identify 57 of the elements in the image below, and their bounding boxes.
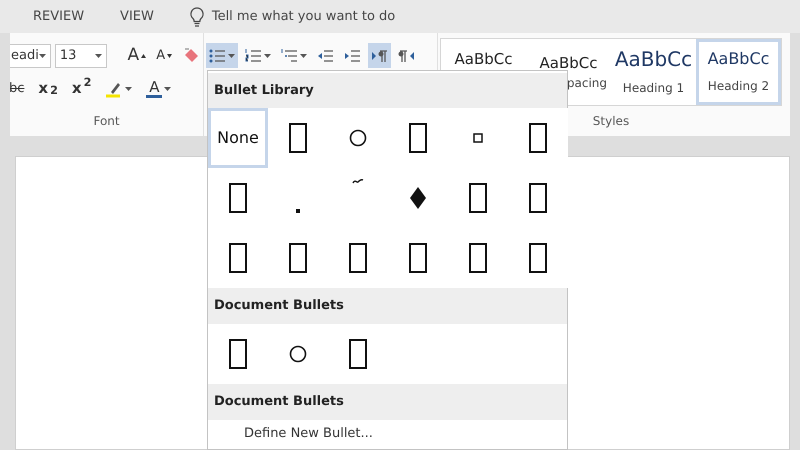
tilde-bullet-icon <box>352 179 364 184</box>
section-header: Bullet Library <box>208 73 567 108</box>
ribbon-tab[interactable]: VIEW <box>120 6 154 26</box>
font-name-field[interactable]: eadi <box>10 44 51 68</box>
rectangle-bullet-icon <box>349 243 367 273</box>
dot-bullet-icon <box>296 209 300 213</box>
numbered-list-icon <box>245 48 262 64</box>
rectangle-bullet-icon <box>529 183 547 213</box>
group-label: Font <box>92 113 121 130</box>
color-bar-icon <box>146 94 162 98</box>
font-size-field[interactable]: 13 <box>54 44 108 68</box>
caret-icon <box>38 54 46 58</box>
up-triangle-icon <box>141 54 146 58</box>
left-to-right-button[interactable] <box>368 43 392 68</box>
font-color-button[interactable]: A <box>143 76 174 101</box>
rectangle-bullet-icon <box>409 243 427 273</box>
rectangle-bullet-icon <box>469 243 487 273</box>
rectangle-bullet-icon <box>289 123 307 153</box>
rectangle-bullet-icon <box>229 339 247 369</box>
circle-bullet-icon <box>289 345 307 363</box>
diamond-bullet-icon <box>410 187 426 209</box>
rectangle-bullet-icon <box>529 243 547 273</box>
strikethrough-button[interactable]: bc <box>10 76 28 101</box>
style-item[interactable]: AaBbCc Heading 1 <box>611 39 696 105</box>
section-header: Document Bullets <box>208 288 567 324</box>
caret-icon <box>95 54 102 58</box>
bullet-option[interactable]: None <box>208 108 268 168</box>
style-item[interactable]: AaBbCc Heading 2 <box>696 39 781 105</box>
caret-icon <box>125 86 132 90</box>
superscript-button[interactable]: x$^{2}$ <box>68 76 94 101</box>
rectangle-bullet-icon <box>529 123 547 153</box>
multilevel-list-icon <box>281 48 298 64</box>
down-triangle-icon <box>167 54 172 58</box>
rectangle-bullet-icon <box>409 123 427 153</box>
section-header: Document Bullets <box>208 384 567 420</box>
rectangle-bullet-icon <box>469 183 487 213</box>
rectangle-bullet-icon <box>289 243 307 273</box>
bullet-list-button[interactable] <box>206 43 238 68</box>
ribbon-tab[interactable]: REVIEW <box>33 6 84 26</box>
lightbulb-icon <box>190 6 204 26</box>
right-to-left-icon <box>398 48 416 64</box>
tell-me-search[interactable]: Tell me what you want to do <box>212 6 396 26</box>
rectangle-bullet-icon <box>229 183 247 213</box>
left-to-right-icon <box>371 48 388 64</box>
bullet-list-icon <box>209 48 226 64</box>
square-bullet-icon <box>473 133 483 143</box>
increase-indent-icon <box>344 48 362 64</box>
rectangle-bullet-icon <box>229 243 247 273</box>
caret-icon <box>164 86 172 90</box>
grow-font-button[interactable]: A <box>124 43 150 68</box>
subscript-button[interactable]: x$_{2}$ <box>35 76 61 101</box>
shrink-font-button[interactable]: A <box>153 43 176 68</box>
group-label: Styles <box>592 113 630 130</box>
circle-bullet-icon <box>349 129 367 147</box>
rectangle-bullet-icon <box>349 339 367 369</box>
decrease-indent-icon <box>317 48 334 64</box>
eraser-icon <box>182 46 200 64</box>
